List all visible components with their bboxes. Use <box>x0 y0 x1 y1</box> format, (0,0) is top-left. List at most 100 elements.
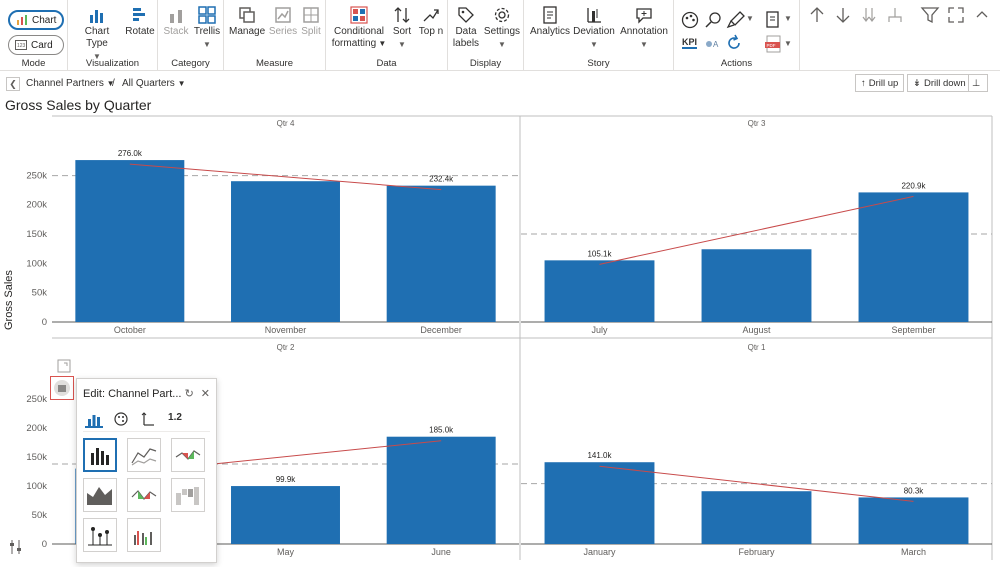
fullscreen-icon[interactable] <box>946 5 966 25</box>
drill-hierarchy-button[interactable]: ⊥ <box>968 74 988 92</box>
chevron-down-icon: ▼ <box>177 79 186 88</box>
kpi-button[interactable]: KPI <box>682 37 698 49</box>
reset-icon[interactable]: ↻ <box>185 387 194 400</box>
tab-chart-type[interactable] <box>85 412 103 428</box>
expand-down-icon[interactable] <box>859 5 879 25</box>
visual-type-line[interactable] <box>127 438 161 472</box>
visual-type-lollipop[interactable] <box>83 518 117 552</box>
y-tick-label: 100k <box>26 258 47 269</box>
panel-title: Qtr 4 <box>277 119 295 128</box>
chevron-down-icon[interactable]: ▼ <box>784 39 792 48</box>
ribbon-group-mode: Chart 123 Card Mode <box>0 0 68 71</box>
pdf-icon[interactable]: PDF <box>764 34 784 54</box>
breadcrumb-all-quarters[interactable]: All Quarters ▼ <box>122 78 186 89</box>
chart-type-button[interactable]: Chart Type ▼ <box>73 6 121 63</box>
visual-type-area[interactable] <box>83 478 117 512</box>
visual-type-variance-area[interactable] <box>127 478 161 512</box>
area-chart-icon <box>87 487 112 505</box>
settings-shortcut-icon[interactable] <box>6 537 26 557</box>
breadcrumb-level1-label: Channel Partners <box>26 78 104 89</box>
card-mode-button[interactable]: 123 Card <box>8 35 64 55</box>
arrow-down-icon[interactable] <box>833 5 853 25</box>
visual-type-column[interactable] <box>83 438 117 472</box>
annotation-button[interactable]: Annotation ▼ <box>618 6 670 51</box>
ribbon-toolbar: Chart 123 Card Mode Chart Type ▼ Rotate … <box>0 0 1000 71</box>
card-mode-label: Card <box>31 39 53 51</box>
waterfall-chart-icon <box>176 487 199 505</box>
y-tick-label: 50k <box>32 288 48 299</box>
chevron-down-icon[interactable]: ▼ <box>784 14 792 23</box>
series-button[interactable]: Series <box>268 6 298 38</box>
conditional-formatting-icon <box>350 6 368 24</box>
data-labels-button[interactable]: Data labels <box>452 6 480 50</box>
annotation-label: Annotation <box>620 26 668 37</box>
visual-type-grouped[interactable] <box>127 518 161 552</box>
tab-number-format[interactable]: 1.2 <box>165 412 185 428</box>
drill-up-button[interactable]: ↑ Drill up <box>855 74 905 92</box>
breadcrumb-channel-partners[interactable]: Channel Partners ▼ <box>26 78 115 89</box>
ribbon-group-label-visualization: Visualization <box>85 58 140 69</box>
ribbon-group-display: Data labels Settings ▼ Display <box>448 0 524 71</box>
stack-icon <box>170 10 182 23</box>
stack-button[interactable]: Stack <box>163 6 189 38</box>
x-tick-label: October <box>114 325 146 335</box>
collapse-ribbon-icon[interactable] <box>972 5 992 25</box>
tab-palette[interactable] <box>112 412 130 428</box>
edit-visual-button[interactable] <box>50 376 74 400</box>
manage-button[interactable]: Manage <box>229 6 265 38</box>
data-label: 232.4k <box>429 175 454 184</box>
panel-title: Qtr 2 <box>277 343 295 352</box>
focus-icon[interactable] <box>55 357 73 375</box>
sort-button[interactable]: Sort ▼ <box>390 6 414 51</box>
x-tick-label: February <box>738 547 775 557</box>
visual-edit-icon <box>54 380 70 396</box>
chevron-down-icon[interactable]: ▼ <box>746 14 754 23</box>
series-label: Series <box>268 26 298 37</box>
deviation-button[interactable]: Deviation ▼ <box>572 6 616 51</box>
drill-down-button[interactable]: ↡ Drill down <box>907 74 972 92</box>
y-tick-label: 0 <box>42 539 47 550</box>
refresh-icon[interactable] <box>724 33 744 53</box>
annotation-icon <box>636 8 652 24</box>
top-n-icon <box>423 9 439 22</box>
x-tick-label: January <box>583 547 616 557</box>
variance-chart-icon <box>175 450 201 460</box>
x-tick-label: May <box>277 547 295 557</box>
search-icon[interactable] <box>704 10 724 30</box>
expand-icon <box>57 359 71 373</box>
hierarchy-icon[interactable] <box>885 5 905 25</box>
pdf-label: PDF <box>767 43 776 48</box>
edit-popup-title: Edit: Channel Part... <box>83 388 182 400</box>
analytics-label: Analytics <box>529 26 570 37</box>
top-n-label: Top n <box>418 26 444 37</box>
bar <box>231 181 340 322</box>
palette-icon <box>114 412 128 426</box>
settings-label: Settings <box>483 26 521 37</box>
ribbon-group-label-category: Category <box>171 58 210 69</box>
split-button[interactable]: Split <box>298 6 324 38</box>
y-tick-label: 0 <box>42 317 47 328</box>
visual-type-variance[interactable] <box>171 438 205 472</box>
tab-axis[interactable] <box>139 412 157 428</box>
top-n-button[interactable]: Top n <box>416 6 446 38</box>
palette-icon[interactable] <box>680 10 700 30</box>
filter-icon[interactable] <box>920 5 940 25</box>
settings-button[interactable]: Settings ▼ <box>483 6 521 51</box>
close-icon[interactable]: ✕ <box>201 387 210 400</box>
visual-type-waterfall[interactable] <box>171 478 205 512</box>
deviation-label: Deviation <box>573 26 615 37</box>
rotate-button[interactable]: Rotate <box>124 6 156 38</box>
arrow-up-icon[interactable] <box>807 5 827 25</box>
back-button[interactable]: ❮ <box>6 77 20 91</box>
export-icon[interactable] <box>764 10 784 30</box>
paint-brush-icon[interactable] <box>726 10 746 30</box>
trellis-button[interactable]: Trellis ▼ <box>192 6 222 51</box>
alert-icon[interactable]: A <box>703 34 723 54</box>
deviation-icon <box>587 8 601 23</box>
chart-type-label: Chart Type <box>84 26 110 49</box>
analytics-button[interactable]: Analytics <box>528 6 572 38</box>
conditional-formatting-button[interactable]: Conditional formatting ▼ <box>330 6 388 50</box>
y-tick-label: 100k <box>26 481 47 492</box>
chart-mode-button[interactable]: Chart <box>8 10 64 30</box>
variance-area-icon <box>131 490 157 500</box>
